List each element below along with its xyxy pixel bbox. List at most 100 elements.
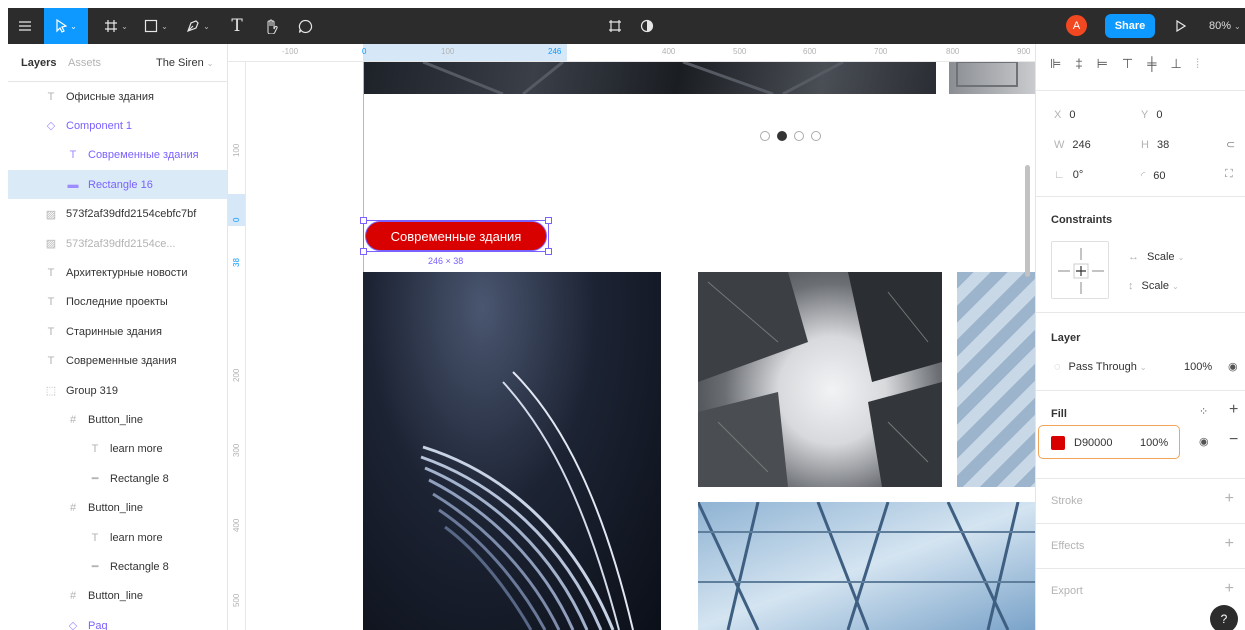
fill-opacity-value[interactable]: 100% [1140, 437, 1168, 449]
line-icon: ━ [91, 561, 99, 574]
carousel-dot[interactable] [811, 131, 821, 141]
zoom-dropdown[interactable]: 80% ⌄ [1209, 8, 1241, 44]
add-effect-icon[interactable]: + [1225, 535, 1234, 553]
layer-row[interactable]: Tlearn more [8, 435, 227, 464]
blend-mode-dropdown[interactable]: ◌ Pass Through ⌄ [1054, 361, 1147, 373]
stroke-section: Stroke + [1036, 478, 1245, 523]
present-play-icon[interactable] [1168, 8, 1192, 44]
left-panel-tabs: Layers Assets The Siren ⌄ [8, 44, 227, 82]
align-right-icon[interactable]: ⊨ [1097, 56, 1108, 72]
layer-row[interactable]: Tlearn more [8, 523, 227, 552]
fill-row[interactable]: D90000 100% [1038, 425, 1180, 459]
constraints-section: Constraints ↔ Scale ⌄ ↕ Scale ⌄ [1036, 196, 1245, 312]
y-field[interactable]: Y0 [1141, 109, 1162, 121]
component-tools-icon[interactable] [602, 8, 628, 44]
add-fill-icon[interactable]: + [1229, 401, 1238, 419]
layer-row[interactable]: T Старинные здания [8, 317, 227, 346]
carousel-dot[interactable] [760, 131, 770, 141]
constrain-proportions-icon[interactable]: ⊂ [1226, 138, 1235, 151]
layer-row[interactable]: # Button_line [8, 494, 227, 523]
component-icon: ◇ [46, 120, 56, 133]
comment-tool-icon[interactable] [290, 8, 320, 44]
position-size-section: X0 Y0 W 246 H 38 ⊂ ∟ 0° ◜ 60 ⛶ [1036, 90, 1245, 196]
layer-row[interactable]: T Последние проекты [8, 288, 227, 317]
layer-row[interactable]: ◇ Component 1 [8, 111, 227, 140]
page-selector[interactable]: The Siren ⌄ [156, 57, 213, 69]
fill-color-swatch[interactable] [1051, 436, 1065, 450]
hand-tool-icon[interactable] [256, 8, 286, 44]
eye-icon[interactable]: ◉ [1228, 360, 1238, 373]
layer-row[interactable]: ━ Rectangle 8 [8, 464, 227, 493]
layer-row[interactable]: ▨ 573f2af39dfd2154cebfc7bf [8, 200, 227, 229]
carousel-dot-active[interactable] [777, 131, 787, 141]
constraint-v-value: Scale [1141, 280, 1170, 292]
layer-opacity-field[interactable]: 100% [1184, 361, 1212, 373]
layers-panel: Layers Assets The Siren ⌄ T Офисные здани… [8, 44, 228, 630]
radius-field[interactable]: ◜ 60 [1141, 169, 1166, 182]
layer-section: Layer ◌ Pass Through ⌄ 100% ◉ [1036, 312, 1245, 390]
button-modern-buildings[interactable]: Современные здания [365, 221, 547, 251]
contrast-icon[interactable] [634, 8, 660, 44]
x-field[interactable]: X0 [1054, 109, 1075, 121]
layer-row[interactable]: ▨ 573f2af39dfd2154ce... [8, 229, 227, 258]
layer-label: 573f2af39dfd2154ce... [66, 237, 176, 250]
layer-row[interactable]: # Button_line [8, 582, 227, 611]
user-avatar[interactable]: A [1066, 15, 1087, 36]
align-center-h-icon[interactable]: ‡ [1075, 56, 1082, 72]
share-button[interactable]: Share [1105, 14, 1155, 38]
layer-row[interactable]: T Офисные здания [8, 82, 227, 111]
tab-assets[interactable]: Assets [68, 57, 101, 69]
layer-title: Layer [1051, 332, 1081, 344]
ruler-tick-label: 100 [441, 47, 455, 56]
chevron-down-icon: ⌄ [1234, 21, 1241, 31]
resize-handle[interactable] [545, 248, 552, 255]
layer-row[interactable]: ━ Rectangle 8 [8, 552, 227, 581]
layer-row[interactable]: T Архитектурные новости [8, 258, 227, 287]
add-stroke-icon[interactable]: + [1225, 490, 1234, 508]
x-value: 0 [1069, 109, 1076, 121]
layer-label: Последние проекты [66, 296, 168, 309]
layer-row[interactable]: ◇ Pag [8, 611, 227, 630]
layer-row[interactable]: ⬚ Group 319 [8, 376, 227, 405]
move-tool-button[interactable]: ⌄ [44, 8, 88, 44]
remove-fill-icon[interactable]: − [1229, 431, 1238, 449]
frame-tool-button[interactable]: ⌄ [98, 8, 134, 44]
constraints-widget[interactable] [1051, 241, 1109, 299]
main-menu-icon[interactable] [8, 8, 42, 44]
text-icon: T [47, 266, 55, 279]
pen-tool-button[interactable]: ⌄ [180, 8, 216, 44]
canvas[interactable]: Современные здания 246 × 38 [246, 62, 1035, 630]
add-export-icon[interactable]: + [1225, 580, 1234, 598]
constraint-horizontal-dropdown[interactable]: ↔ Scale ⌄ [1128, 251, 1184, 263]
align-top-icon[interactable]: ⊤ [1122, 56, 1133, 72]
ruler-tick-label: 38 [232, 258, 241, 267]
styles-grid-icon[interactable]: ⁘ [1199, 405, 1208, 418]
resize-handle[interactable] [545, 217, 552, 224]
layer-row[interactable]: ▬ Rectangle 16 [8, 170, 227, 200]
fill-visibility-icon[interactable]: ◉ [1199, 435, 1209, 448]
distribute-icon[interactable]: ⁞ [1196, 56, 1200, 72]
constraint-vertical-dropdown[interactable]: ↕ Scale ⌄ [1128, 280, 1179, 292]
h-field[interactable]: H 38 [1141, 139, 1169, 151]
ruler-tick-label: 400 [662, 47, 676, 56]
align-left-icon[interactable]: ⊫ [1050, 56, 1061, 72]
fill-hex-value[interactable]: D90000 [1074, 437, 1113, 449]
independent-corners-icon[interactable]: ⛶ [1225, 168, 1233, 181]
w-field[interactable]: W 246 [1054, 139, 1091, 151]
layer-label: Rectangle 8 [110, 472, 169, 485]
canvas-scrollbar[interactable] [1025, 165, 1030, 277]
align-middle-v-icon[interactable]: ╪ [1147, 56, 1156, 72]
carousel-dot[interactable] [794, 131, 804, 141]
align-bottom-icon[interactable]: ⊥ [1170, 56, 1181, 72]
help-button[interactable]: ? [1210, 605, 1238, 630]
layer-row[interactable]: # Button_line [8, 405, 227, 434]
layer-row[interactable]: T Современные здания [8, 347, 227, 376]
shape-tool-button[interactable]: ⌄ [138, 8, 174, 44]
text-tool-icon[interactable]: T [222, 8, 252, 44]
tab-layers[interactable]: Layers [21, 57, 56, 69]
layer-row[interactable]: T Современные здания [8, 141, 227, 170]
rotation-field[interactable]: ∟ 0° [1054, 169, 1083, 181]
component-icon: ◇ [68, 620, 78, 630]
stroke-title: Stroke [1051, 495, 1083, 507]
y-label: Y [1141, 109, 1149, 121]
